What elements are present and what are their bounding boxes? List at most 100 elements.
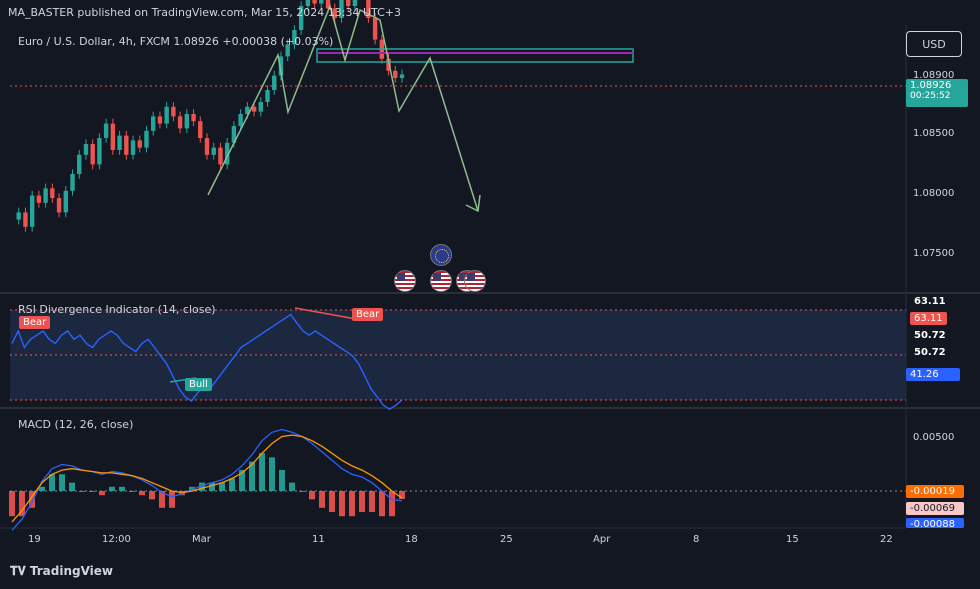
- candle: [157, 116, 163, 124]
- candle: [16, 212, 21, 220]
- time-axis-label: 11: [312, 534, 325, 545]
- macd-histogram-bar: [349, 491, 355, 517]
- candle: [399, 74, 405, 78]
- time-axis-label: 8: [693, 534, 700, 545]
- macd-histogram-bar: [269, 457, 275, 491]
- macd-signal-tag: -0.00069: [906, 502, 964, 515]
- candle: [77, 154, 82, 174]
- macd-histogram-bar: [279, 470, 285, 491]
- time-axis-label: 15: [786, 534, 799, 545]
- candle: [110, 123, 116, 150]
- time-axis-label: 12:00: [102, 534, 131, 545]
- candle: [124, 135, 129, 155]
- macd-legend[interactable]: MACD (12, 26, close): [18, 418, 133, 431]
- candle: [70, 174, 75, 191]
- eu-flag-icon: [435, 249, 449, 263]
- macd-histogram-bar: [309, 491, 315, 500]
- candle: [130, 140, 136, 155]
- macd-histogram-bar: [329, 491, 335, 512]
- candle: [319, 0, 324, 4]
- event-flag[interactable]: [430, 270, 452, 292]
- macd-histogram-bar: [319, 491, 325, 508]
- macd-histogram-bar: [229, 478, 235, 491]
- rsi-bull-signal: Bull: [185, 378, 212, 391]
- candle: [204, 138, 210, 155]
- candle: [272, 75, 277, 90]
- macd-histogram-bar: [109, 486, 115, 491]
- resistance-zone[interactable]: [316, 48, 634, 63]
- macd-histogram-bar: [79, 491, 85, 492]
- candle: [23, 212, 28, 227]
- candle: [218, 147, 223, 165]
- candle: [56, 198, 62, 213]
- candle: [198, 121, 203, 138]
- macd-histogram-bar: [9, 491, 15, 517]
- macd-histogram-bar: [59, 474, 65, 491]
- tradingview-logo[interactable]: 𝐓𝐕 TradingView: [10, 564, 113, 579]
- rsi-legend[interactable]: RSI Divergence Indicator (14, close): [18, 303, 216, 316]
- candle: [211, 147, 216, 155]
- candle: [97, 138, 102, 165]
- price-label: 1.07500: [913, 248, 955, 259]
- candle: [43, 188, 48, 203]
- macd-histogram-bar: [259, 453, 265, 491]
- candle: [184, 114, 190, 129]
- macd-group[interactable]: [9, 428, 405, 531]
- rsi-label: 63.11: [910, 312, 947, 325]
- macd-histogram-bar: [139, 491, 145, 496]
- candle: [144, 130, 149, 148]
- candle: [164, 106, 169, 124]
- candle: [312, 0, 317, 4]
- rsi-bear-signal: Bear: [19, 316, 51, 329]
- us-flag-icon: [433, 273, 441, 281]
- macd-histogram-bar: [69, 482, 75, 491]
- bar-countdown: 00:25:52: [910, 91, 951, 101]
- us-flag-icon: [397, 273, 405, 281]
- rsi-label: 63.11: [910, 295, 950, 308]
- event-flag[interactable]: [464, 270, 486, 292]
- event-flag[interactable]: [430, 244, 452, 266]
- rsi-value-tag: 41.26: [906, 368, 960, 381]
- rsi-bear-signal: Bear: [352, 308, 384, 321]
- tradingview-wordmark: TradingView: [29, 564, 114, 578]
- last-price-tag: 1.08926 00:25:52: [906, 79, 968, 107]
- candle: [258, 102, 263, 112]
- time-axis-label: 22: [880, 534, 893, 545]
- tv-logo-icon: 𝐓𝐕: [10, 564, 30, 578]
- rsi-label: 50.72: [910, 346, 950, 359]
- candle: [36, 195, 42, 203]
- candle: [372, 18, 378, 40]
- candle: [265, 90, 270, 102]
- candle: [29, 195, 35, 227]
- event-flag[interactable]: [394, 270, 416, 292]
- us-flag-icon: [467, 273, 475, 281]
- price-legend[interactable]: Euro / U.S. Dollar, 4h, FXCM 1.08926 +0.…: [18, 35, 333, 48]
- macd-histogram-bar: [389, 491, 395, 517]
- candle: [177, 116, 183, 129]
- rsi-label: 50.72: [910, 329, 950, 342]
- price-label: 1.08500: [913, 128, 955, 139]
- currency-button[interactable]: USD: [906, 31, 962, 57]
- publisher-header: MA_BASTER published on TradingView.com, …: [8, 6, 401, 19]
- macd-histogram-bar: [339, 491, 345, 517]
- macd-histogram-bar: [39, 486, 45, 491]
- candle: [117, 135, 122, 150]
- candle: [191, 114, 196, 122]
- last-price-value: 1.08926: [910, 80, 952, 91]
- macd-histogram-bar: [369, 491, 375, 512]
- macd-histogram-bar: [379, 491, 385, 517]
- time-axis-label: Mar: [192, 534, 211, 545]
- chart-canvas[interactable]: [0, 0, 980, 589]
- candle: [83, 144, 89, 155]
- macd-histogram-bar: [149, 491, 155, 500]
- macd-histogram-bar: [99, 491, 105, 496]
- macd-histogram-bar: [169, 491, 175, 508]
- macd-axis-label: 0.00500: [913, 432, 955, 443]
- macd-histogram-bar: [119, 486, 125, 491]
- macd-histogram-bar: [129, 491, 135, 492]
- macd-zero-tag: -0.00019: [906, 485, 964, 498]
- macd-histogram-bar: [289, 482, 295, 491]
- macd-value-tag: -0.00088: [906, 518, 964, 528]
- candle: [103, 123, 109, 138]
- candle: [393, 70, 398, 78]
